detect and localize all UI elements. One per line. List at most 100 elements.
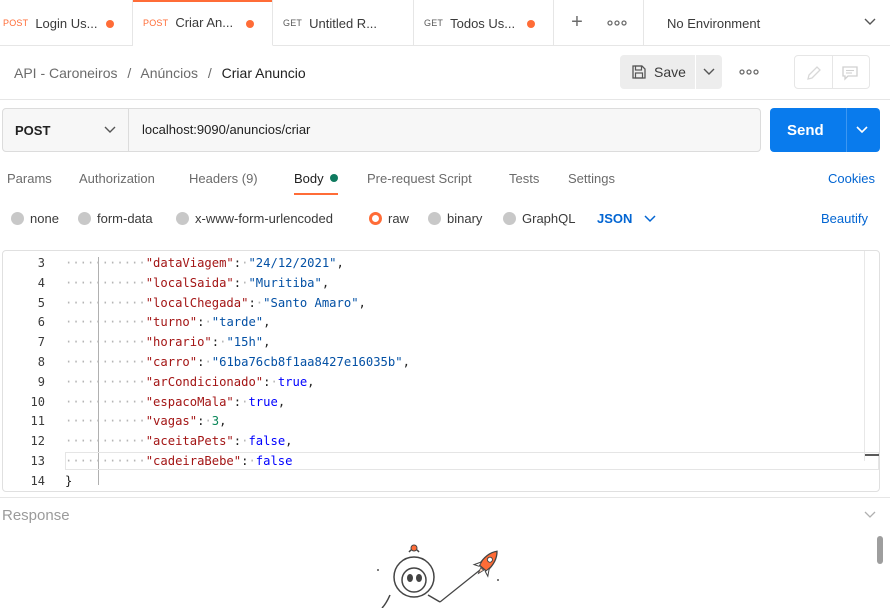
comma: , bbox=[402, 355, 410, 369]
code-line: ···········"dataViagem":·"24/12/2021", bbox=[65, 256, 344, 270]
tab-authorization[interactable]: Authorization bbox=[79, 171, 155, 186]
breadcrumb-request-name[interactable]: Criar Anuncio bbox=[222, 65, 306, 81]
environment-label: No Environment bbox=[667, 15, 761, 31]
breadcrumb-folder[interactable]: Anúncios bbox=[140, 65, 198, 81]
comma: , bbox=[358, 295, 366, 310]
body-type-graphql[interactable]: GraphQL bbox=[503, 211, 575, 226]
divider bbox=[832, 56, 833, 88]
new-tab-plus-icon[interactable]: + bbox=[566, 12, 588, 34]
body-type-label: x-www-form-urlencoded bbox=[195, 211, 333, 226]
environment-selector[interactable]: No Environment bbox=[643, 0, 890, 46]
whitespace-marker: ··········· bbox=[65, 295, 146, 310]
unsaved-indicator bbox=[106, 20, 114, 28]
whitespace-marker: ··········· bbox=[65, 275, 146, 290]
send-button[interactable]: Send bbox=[770, 108, 880, 152]
tab-headers[interactable]: Headers (9) bbox=[189, 171, 258, 186]
chevron-down-icon[interactable] bbox=[864, 510, 876, 520]
save-icon bbox=[632, 65, 646, 79]
json-value: "15h" bbox=[226, 335, 264, 350]
whitespace-marker: ··········· bbox=[65, 256, 146, 270]
json-value: true bbox=[277, 374, 308, 389]
astronaut-rocket-illustration bbox=[377, 544, 499, 608]
tab-todos-usuarios[interactable]: GET Todos Us... bbox=[414, 0, 554, 46]
breadcrumb-separator: / bbox=[207, 65, 212, 81]
body-type-raw[interactable]: raw bbox=[369, 211, 409, 226]
tab-untitled-request[interactable]: GET Untitled R... bbox=[273, 0, 414, 46]
chevron-down-icon[interactable] bbox=[855, 125, 869, 135]
comma: , bbox=[285, 434, 293, 449]
line-number: 11 bbox=[30, 414, 45, 429]
more-tabs-icon[interactable] bbox=[604, 14, 630, 32]
radio-button bbox=[78, 212, 91, 225]
tab-body-label: Body bbox=[294, 171, 324, 186]
unsaved-indicator bbox=[527, 20, 535, 28]
body-type-none[interactable]: none bbox=[11, 211, 59, 226]
save-options-button[interactable] bbox=[696, 55, 722, 89]
tab-label: Todos Us... bbox=[450, 15, 516, 31]
whitespace-marker: ··········· bbox=[65, 454, 146, 468]
code-line: ···········"turno":·"tarde", bbox=[65, 315, 271, 329]
json-key: "localChegada" bbox=[145, 295, 249, 310]
body-type-form-data[interactable]: form-data bbox=[78, 211, 153, 226]
body-type-urlencoded[interactable]: x-www-form-urlencoded bbox=[176, 211, 333, 226]
tab-pre-request-script[interactable]: Pre-request Script bbox=[367, 171, 472, 186]
json-key: "espacoMala" bbox=[145, 394, 234, 409]
radio-button bbox=[11, 212, 24, 225]
cookies-link[interactable]: Cookies bbox=[828, 171, 875, 186]
method-select[interactable]: POST bbox=[3, 109, 129, 151]
body-format-value: JSON bbox=[597, 211, 633, 226]
request-tab-bar: POST Login Us... POST Criar An... GET Un… bbox=[0, 0, 890, 46]
tab-settings[interactable]: Settings bbox=[568, 171, 615, 186]
line-number: 6 bbox=[37, 315, 45, 330]
whitespace-marker: · bbox=[270, 374, 278, 389]
tab-criar-anuncio[interactable]: POST Criar An... bbox=[133, 0, 273, 46]
tab-tests[interactable]: Tests bbox=[509, 171, 539, 186]
whitespace-marker: ··········· bbox=[65, 414, 146, 429]
edit-pencil-icon[interactable] bbox=[805, 64, 823, 82]
json-value: false bbox=[255, 454, 293, 468]
save-button[interactable]: Save bbox=[620, 55, 695, 89]
body-code-editor[interactable]: 3 4 5 6 7 8 9 10 11 12 13 14 ···········"dataViagem… bbox=[2, 250, 880, 492]
scrollbar-thumb[interactable] bbox=[877, 536, 883, 564]
code-line: ···········"arCondicionado":·true, bbox=[65, 375, 315, 389]
beautify-link[interactable]: Beautify bbox=[821, 211, 868, 226]
request-config-tabs: Params Authorization Headers (9) Body Pr… bbox=[0, 163, 890, 197]
tab-params[interactable]: Params bbox=[7, 171, 52, 186]
whitespace-marker: ··········· bbox=[65, 315, 146, 330]
tab-label: Login Us... bbox=[35, 15, 98, 31]
chevron-down-icon bbox=[644, 214, 656, 222]
line-number: 8 bbox=[37, 355, 45, 369]
comma: , bbox=[263, 315, 271, 330]
json-value: false bbox=[248, 434, 286, 449]
breadcrumb-separator: / bbox=[127, 65, 132, 81]
line-number: 3 bbox=[37, 256, 45, 270]
body-format-select[interactable]: JSON bbox=[597, 211, 656, 226]
url-input[interactable]: localhost:9090/anuncios/criar bbox=[142, 122, 310, 137]
code-line: ···········"localChegada":·"Santo Amaro"… bbox=[65, 296, 366, 310]
whitespace-marker: ··········· bbox=[65, 335, 146, 350]
more-actions-icon[interactable] bbox=[738, 64, 760, 80]
line-number: 10 bbox=[30, 394, 45, 409]
tab-body[interactable]: Body bbox=[294, 171, 338, 195]
comment-icon[interactable] bbox=[841, 64, 859, 82]
comma: , bbox=[307, 374, 315, 389]
body-type-binary[interactable]: binary bbox=[428, 211, 482, 226]
breadcrumb-collection[interactable]: API - Caroneiros bbox=[14, 65, 117, 81]
comma: , bbox=[277, 394, 286, 409]
body-indicator-dot bbox=[329, 174, 338, 182]
tab-login-usuario[interactable]: POST Login Us... bbox=[0, 0, 133, 46]
scrollbar-cursor-marker bbox=[865, 454, 879, 456]
body-type-label: binary bbox=[447, 211, 483, 226]
request-url-bar: POST localhost:9090/anuncios/criar bbox=[2, 108, 761, 152]
editor-edge bbox=[864, 251, 865, 461]
radio-button-selected bbox=[369, 212, 382, 225]
whitespace-marker: · bbox=[204, 355, 212, 369]
tab-method: GET bbox=[424, 18, 444, 28]
response-section-title[interactable]: Response bbox=[2, 507, 70, 524]
line-number: 14 bbox=[30, 473, 45, 488]
line-number: 9 bbox=[37, 374, 45, 389]
send-label: Send bbox=[787, 122, 824, 139]
line-number: 4 bbox=[37, 275, 45, 290]
code-line: ···········"aceitaPets":·false, bbox=[65, 434, 293, 448]
json-key: "dataViagem" bbox=[145, 256, 234, 270]
